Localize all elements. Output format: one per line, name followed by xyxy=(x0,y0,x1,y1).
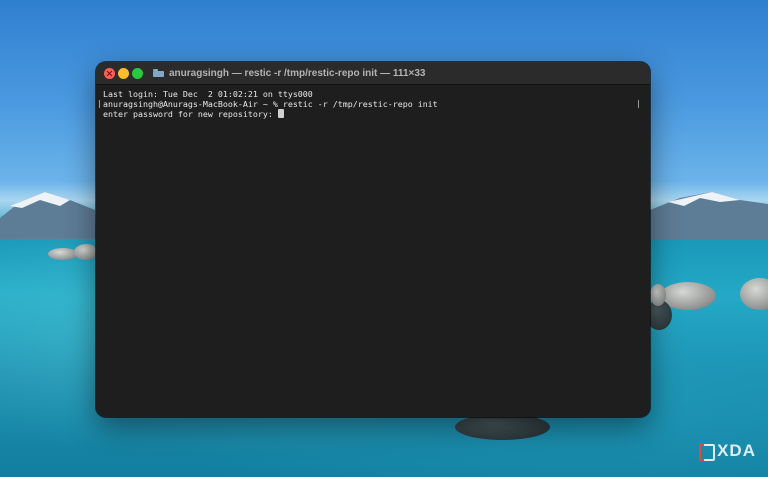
terminal-line: Last login: Tue Dec 2 01:02:21 on ttys00… xyxy=(103,89,313,99)
minimize-button[interactable] xyxy=(118,68,129,79)
rock xyxy=(74,244,98,260)
folder-icon xyxy=(153,69,164,77)
terminal-line: enter password for new repository: xyxy=(103,109,642,119)
terminal-line: anuragsingh@Anurags-MacBook-Air ~ % rest… xyxy=(103,99,438,110)
window-title-text: anuragsingh — restic -r /tmp/restic-repo… xyxy=(169,67,426,79)
line-marker xyxy=(99,100,100,108)
line-marker xyxy=(638,100,639,108)
password-prompt: enter password for new repository: xyxy=(103,109,278,120)
xda-logo-icon xyxy=(698,443,716,461)
window-title: anuragsingh — restic -r /tmp/restic-repo… xyxy=(153,65,425,81)
rock xyxy=(650,284,666,306)
xda-watermark: XDA xyxy=(698,441,756,461)
close-button[interactable] xyxy=(104,68,115,79)
zoom-button[interactable] xyxy=(132,68,143,79)
watermark-text: XDA xyxy=(717,441,756,460)
rock xyxy=(455,414,550,440)
terminal-output[interactable]: Last login: Tue Dec 2 01:02:21 on ttys00… xyxy=(99,89,642,411)
text-cursor xyxy=(277,109,284,119)
window-titlebar[interactable]: anuragsingh — restic -r /tmp/restic-repo… xyxy=(96,62,650,85)
terminal-window[interactable]: anuragsingh — restic -r /tmp/restic-repo… xyxy=(96,62,650,417)
